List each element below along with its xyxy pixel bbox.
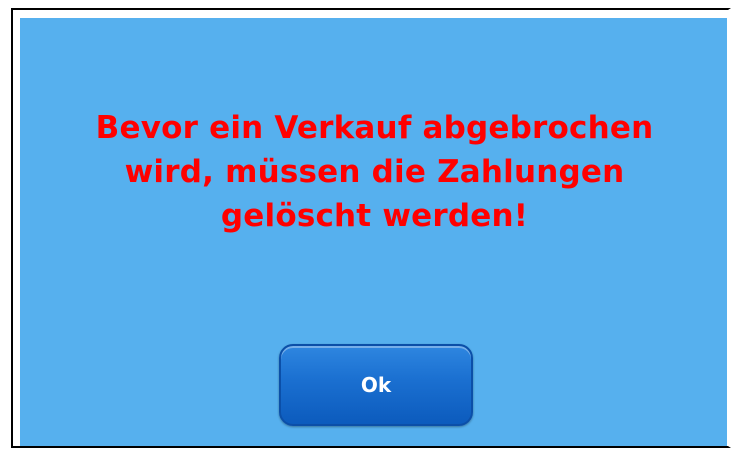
alert-dialog: Bevor ein Verkauf abgebrochen wird, müss… [20, 18, 729, 446]
alert-message-line-2: wird, müssen die Zahlungen [124, 154, 625, 190]
ok-button-label: Ok [360, 373, 392, 397]
ok-button[interactable]: Ok [279, 344, 473, 426]
alert-message-line-3: gelöscht werden! [220, 198, 529, 234]
alert-message: Bevor ein Verkauf abgebrochen wird, müss… [20, 106, 729, 238]
alert-message-line-1: Bevor ein Verkauf abgebrochen [95, 110, 654, 146]
